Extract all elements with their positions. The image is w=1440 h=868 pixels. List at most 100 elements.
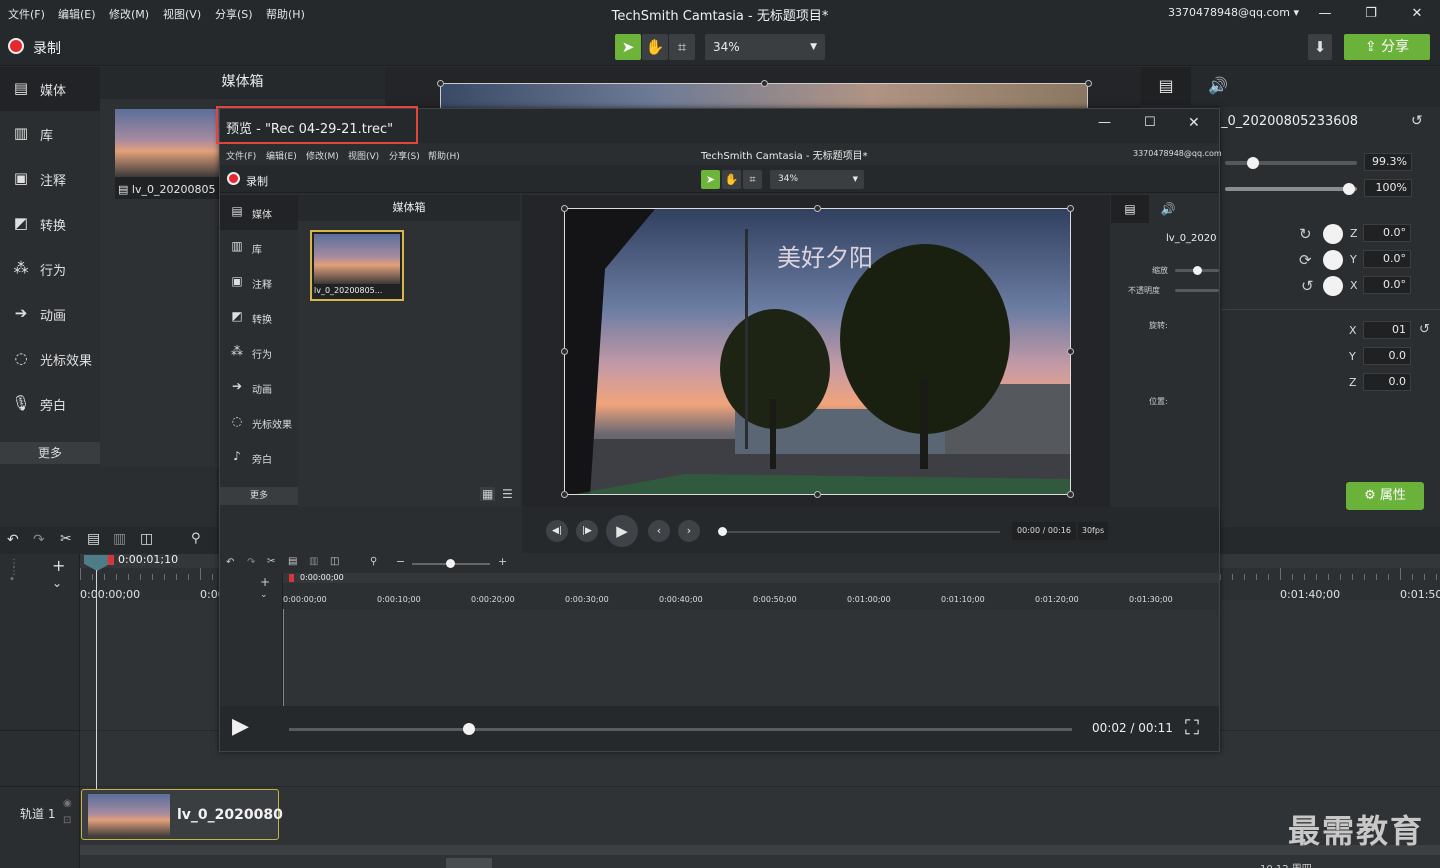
select-tool-icon[interactable]: ➤	[615, 34, 641, 60]
list-view-icon[interactable]: ☰	[502, 487, 513, 501]
undo-icon[interactable]: ↶	[226, 557, 234, 568]
inner-nav-library[interactable]: ▥ 库	[220, 230, 298, 265]
zoom-in-icon[interactable]: +	[498, 555, 507, 568]
nav-library[interactable]: ▥ 库	[0, 112, 100, 156]
split-icon[interactable]: ◫	[140, 531, 153, 547]
redo-icon[interactable]: ↷	[33, 532, 45, 548]
resize-handle[interactable]	[1085, 80, 1092, 87]
chevron-down-icon[interactable]: ⌄	[52, 576, 62, 590]
minimize-button[interactable]: —	[1310, 3, 1340, 25]
inner-nav-transitions[interactable]: ◩ 转换	[220, 300, 298, 335]
scale-knob[interactable]	[1247, 157, 1259, 169]
next-icon[interactable]: ›	[678, 520, 700, 542]
zoom-select[interactable]: 34% ▼	[705, 34, 825, 60]
close-button[interactable]: ✕	[1188, 115, 1200, 131]
inner-zoom-knob[interactable]	[446, 559, 455, 568]
inner-nav-annotations[interactable]: ▣ 注释	[220, 265, 298, 300]
redo-icon[interactable]: ↷	[247, 557, 255, 568]
visual-properties-icon[interactable]: ▤	[1111, 195, 1149, 223]
crop-tool-icon[interactable]: ⌗	[669, 34, 695, 60]
add-track-icon[interactable]: +	[260, 575, 270, 589]
zoom-out-icon[interactable]: −	[396, 555, 405, 568]
paste-icon[interactable]: ▥	[309, 556, 318, 567]
scale-slider[interactable]	[1225, 161, 1357, 165]
scale-field[interactable]: 99.3%	[1364, 153, 1412, 171]
nav-media[interactable]: ▤ 媒体	[0, 67, 100, 111]
rotation-y-field[interactable]: 0.0°	[1363, 250, 1411, 268]
restore-button[interactable]: ❐	[1356, 3, 1386, 25]
search-icon[interactable]: ⚲	[191, 531, 201, 546]
reset-icon[interactable]: ↺	[1419, 322, 1430, 337]
playback-progress-knob[interactable]	[463, 723, 476, 735]
resize-handle[interactable]	[761, 80, 768, 87]
rotate-y-dial[interactable]	[1323, 250, 1343, 270]
close-button[interactable]: ✕	[1402, 3, 1432, 25]
hand-tool-icon[interactable]: ✋	[642, 34, 668, 60]
inner-menu-view[interactable]: 视图(V)	[348, 149, 379, 162]
share-button[interactable]: ⇪ 分享	[1344, 34, 1430, 60]
visual-properties-icon[interactable]: ▤	[1141, 67, 1191, 105]
rotate-x-dial[interactable]	[1323, 276, 1343, 296]
record-button[interactable]: 录制	[33, 38, 61, 58]
download-icon[interactable]: ⬇	[1308, 34, 1332, 60]
resize-handle[interactable]	[561, 205, 568, 212]
inner-opacity-slider[interactable]	[1175, 289, 1219, 292]
copy-icon[interactable]: ▤	[87, 531, 100, 547]
resize-handle[interactable]	[561, 348, 568, 355]
inner-more-button[interactable]: 更多	[220, 487, 298, 505]
undo-icon[interactable]: ↶	[7, 532, 19, 548]
nav-animations[interactable]: ➔ 动画	[0, 292, 100, 336]
inner-menu-file[interactable]: 文件(F)	[226, 149, 256, 162]
inner-menu-edit[interactable]: 编辑(E)	[266, 149, 297, 162]
copy-icon[interactable]: ▤	[288, 556, 297, 567]
resize-handle[interactable]	[561, 491, 568, 498]
position-x-field[interactable]: 01	[1363, 321, 1411, 339]
hand-tool-icon[interactable]: ✋	[722, 170, 741, 189]
position-z-field[interactable]: 0.0	[1363, 373, 1411, 391]
reset-icon[interactable]: ↺	[1411, 113, 1423, 129]
split-icon[interactable]: ◫	[330, 556, 339, 567]
rotation-x-field[interactable]: 0.0°	[1363, 276, 1411, 294]
step-back-icon[interactable]: ◀|	[546, 520, 568, 542]
grid-view-icon[interactable]: ▦	[480, 487, 496, 501]
opacity-field[interactable]: 100%	[1364, 179, 1412, 197]
resize-handle[interactable]	[1067, 348, 1074, 355]
more-button[interactable]: 更多	[0, 442, 100, 464]
inner-record-button[interactable]: 录制	[246, 173, 268, 189]
audio-properties-icon[interactable]: 🔊	[1193, 67, 1243, 105]
step-forward-icon[interactable]: |▶	[576, 520, 598, 542]
inner-nav-voice-narration[interactable]: ♪ 旁白	[220, 440, 298, 475]
inner-scrubber-knob[interactable]	[718, 527, 727, 536]
opacity-knob[interactable]	[1343, 183, 1355, 195]
inner-scrubber[interactable]	[720, 531, 1000, 533]
nav-cursor-effects[interactable]: ◌ 光标效果	[0, 337, 100, 381]
resize-handle[interactable]	[1067, 491, 1074, 498]
play-icon[interactable]: ▶	[232, 714, 249, 739]
lock-icon[interactable]: ⊡	[63, 815, 71, 826]
inner-menu-share[interactable]: 分享(S)	[389, 149, 420, 162]
rotate-z-dial[interactable]	[1323, 224, 1343, 244]
fullscreen-icon[interactable]: ⛶	[1185, 715, 1199, 739]
inner-playhead-marker[interactable]	[289, 574, 294, 582]
position-y-field[interactable]: 0.0	[1363, 347, 1411, 365]
minimize-button[interactable]: —	[1098, 115, 1111, 130]
audio-properties-icon[interactable]: 🔊	[1149, 195, 1187, 223]
resize-handle[interactable]	[1067, 205, 1074, 212]
inner-zoom-select[interactable]: 34% ▼	[770, 170, 864, 189]
nav-behaviors[interactable]: ⁂ 行为	[0, 247, 100, 291]
playhead-out-marker[interactable]	[108, 555, 114, 565]
nav-transitions[interactable]: ◩ 转换	[0, 202, 100, 246]
inner-nav-media[interactable]: ▤ 媒体	[220, 195, 298, 230]
chevron-down-icon[interactable]: ⌄	[260, 590, 268, 600]
inner-nav-behaviors[interactable]: ⁂ 行为	[220, 335, 298, 370]
inner-nav-animations[interactable]: ➔ 动画	[220, 370, 298, 405]
play-icon[interactable]: ▶	[606, 515, 638, 547]
nav-annotations[interactable]: ▣ 注释	[0, 157, 100, 201]
add-track-icon[interactable]: +	[52, 556, 65, 575]
resize-handle[interactable]	[437, 80, 444, 87]
media-thumbnail[interactable]: ▤ lv_0_20200805	[115, 109, 225, 199]
paste-icon[interactable]: ▥	[113, 531, 126, 547]
preview-video-frame[interactable]: 美好夕阳	[564, 208, 1071, 495]
opacity-slider[interactable]	[1225, 187, 1357, 191]
inner-media-thumbnail[interactable]: lv_0_20200805...	[310, 230, 404, 301]
